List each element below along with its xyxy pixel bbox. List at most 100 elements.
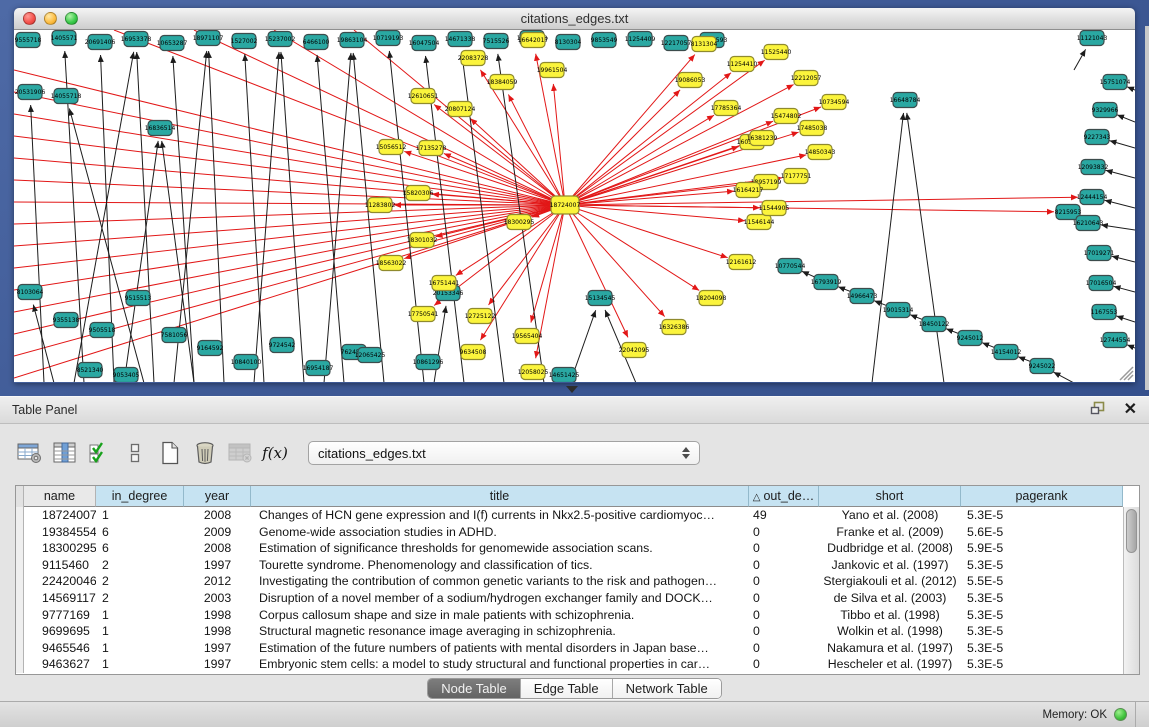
graph-node[interactable]: 17750541 <box>408 307 439 322</box>
table-cell[interactable]: Yano et al. (2008) <box>819 507 961 524</box>
graph-node[interactable]: 14671338 <box>445 32 476 47</box>
graph-node[interactable]: 16648784 <box>890 93 921 108</box>
table-row[interactable]: 911546021997Tourette syndrome. Phenomeno… <box>16 557 1123 574</box>
graph-node[interactable]: 19086053 <box>675 73 706 88</box>
table-cell[interactable]: 9777169 <box>24 607 96 624</box>
table-row[interactable]: 946362711997Embryonic stem cells: a mode… <box>16 656 1123 673</box>
graph-node[interactable]: 7581056 <box>161 328 188 343</box>
graph-node[interactable]: 18204098 <box>696 291 727 306</box>
table-row[interactable]: 2242004622012Investigating the contribut… <box>16 573 1123 590</box>
graph-node[interactable]: 12058025 <box>518 365 549 380</box>
table-cell[interactable]: 1 <box>96 623 184 640</box>
graph-node[interactable]: 14850343 <box>805 145 836 160</box>
graph-node[interactable]: 17016504 <box>1086 276 1117 291</box>
table-cell[interactable]: 2 <box>96 590 184 607</box>
graph-node[interactable]: 9355138 <box>53 313 80 328</box>
table-cell[interactable]: 0 <box>749 524 819 541</box>
show-column-icon[interactable] <box>49 438 81 468</box>
table-row[interactable]: 1872400712008Changes of HCN gene express… <box>16 507 1123 524</box>
table-cell[interactable]: 6 <box>96 540 184 557</box>
table-cell[interactable]: Estimation of the future numbers of pati… <box>251 640 749 657</box>
column-header-short[interactable]: short <box>819 486 961 507</box>
table-cell[interactable]: 5.9E-5 <box>961 540 1123 557</box>
graph-node[interactable]: 16326386 <box>659 320 690 335</box>
table-cell[interactable]: 5.3E-5 <box>961 507 1123 524</box>
table-cell[interactable]: 0 <box>749 573 819 590</box>
table-cell[interactable]: 0 <box>749 557 819 574</box>
graph-node[interactable]: 16164217 <box>733 183 764 198</box>
graph-node[interactable]: 1167553 <box>1091 305 1118 320</box>
table-row[interactable]: 946554611997Estimation of the future num… <box>16 640 1123 657</box>
graph-node[interactable]: 14651425 <box>549 368 580 383</box>
table-cell[interactable]: 22420046 <box>24 573 96 590</box>
table-cell[interactable]: 2008 <box>184 540 251 557</box>
graph-node[interactable]: 6466100 <box>303 35 330 50</box>
graph-node[interactable]: 11121043 <box>1077 31 1108 46</box>
graph-node[interactable]: 12725122 <box>465 309 496 324</box>
tab-node-table[interactable]: Node Table <box>428 679 521 698</box>
close-window-icon[interactable] <box>23 12 36 25</box>
graph-node[interactable]: 10770544 <box>775 259 806 274</box>
graph-node[interactable]: 18563022 <box>376 256 407 271</box>
table-cell[interactable]: 18724007 <box>24 507 96 524</box>
table-cell[interactable]: 1 <box>96 607 184 624</box>
table-cell[interactable]: 19384554 <box>24 524 96 541</box>
graph-node[interactable]: 17485038 <box>797 121 828 136</box>
table-cell[interactable]: 2008 <box>184 507 251 524</box>
graph-node[interactable]: 16642017 <box>518 33 549 48</box>
table-cell[interactable]: 1997 <box>184 656 251 673</box>
graph-node[interactable]: 19863104 <box>337 33 368 48</box>
graph-node[interactable]: 17135278 <box>416 141 447 156</box>
graph-node[interactable]: 9227343 <box>1084 130 1111 145</box>
delete-column-icon[interactable] <box>189 438 221 468</box>
graph-node[interactable]: 12065425 <box>355 348 386 363</box>
create-column-icon[interactable] <box>154 438 186 468</box>
vertical-scrollbar[interactable] <box>1123 507 1139 674</box>
graph-node[interactable]: 9515513 <box>125 291 152 306</box>
graph-node[interactable]: 8521340 <box>77 363 104 378</box>
graph-node[interactable]: 12744554 <box>1100 333 1131 348</box>
graph-node[interactable]: 1527002 <box>231 34 258 49</box>
column-header-pagerank[interactable]: pagerank <box>961 486 1123 507</box>
table-cell[interactable]: Tibbo et al. (1998) <box>819 607 961 624</box>
network-view-canvas[interactable]: 9555718140557120691406169533781065328718… <box>14 30 1135 382</box>
table-cell[interactable]: 9465546 <box>24 640 96 657</box>
graph-node[interactable]: 8103064 <box>17 285 44 300</box>
graph-node[interactable]: 16047504 <box>409 36 440 51</box>
graph-node[interactable]: 17019271 <box>1084 246 1115 261</box>
graph-node[interactable]: 1405571 <box>51 31 78 46</box>
graph-node[interactable]: 9505518 <box>89 323 116 338</box>
table-row[interactable]: 1830029562008Estimation of significance … <box>16 540 1123 557</box>
table-cell[interactable]: Changes of HCN gene expression and I(f) … <box>251 507 749 524</box>
graph-node[interactable]: 9555718 <box>15 33 42 48</box>
column-header-year[interactable]: year <box>184 486 251 507</box>
function-builder-icon[interactable]: f(x) <box>259 438 291 468</box>
table-cell[interactable]: Investigating the contribution of common… <box>251 573 749 590</box>
table-cell[interactable]: Disruption of a novel member of a sodium… <box>251 590 749 607</box>
table-cell[interactable]: 5.5E-5 <box>961 573 1123 590</box>
graph-node[interactable]: 16751441 <box>429 276 460 291</box>
table-row[interactable]: 969969511998Structural magnetic resonanc… <box>16 623 1123 640</box>
float-window-icon[interactable] <box>1090 401 1106 420</box>
table-cell[interactable]: Nakamura et al. (1997) <box>819 640 961 657</box>
graph-node[interactable]: 11544905 <box>759 201 790 216</box>
graph-node[interactable]: 19015314 <box>883 303 914 318</box>
graph-node[interactable]: 12212057 <box>791 71 822 86</box>
graph-node[interactable]: 11546144 <box>744 215 775 230</box>
graph-node[interactable]: 18300295 <box>504 215 535 230</box>
table-cell[interactable]: 1 <box>96 656 184 673</box>
table-cell[interactable]: 5.3E-5 <box>961 623 1123 640</box>
graph-node[interactable]: 20807124 <box>445 102 476 117</box>
graph-node[interactable]: 8131304 <box>691 37 718 52</box>
table-cell[interactable]: 14569117 <box>24 590 96 607</box>
graph-node[interactable]: 14055718 <box>51 89 82 104</box>
table-cell[interactable]: 6 <box>96 524 184 541</box>
table-cell[interactable]: 18300295 <box>24 540 96 557</box>
graph-node[interactable]: 12217057 <box>661 36 692 51</box>
graph-node[interactable]: 16953378 <box>121 32 152 47</box>
table-cell[interactable]: 5.3E-5 <box>961 607 1123 624</box>
tab-edge-table[interactable]: Edge Table <box>521 679 613 698</box>
table-cell[interactable]: 49 <box>749 507 819 524</box>
graph-node[interactable]: 17785364 <box>711 101 742 116</box>
table-cell[interactable]: 2 <box>96 557 184 574</box>
